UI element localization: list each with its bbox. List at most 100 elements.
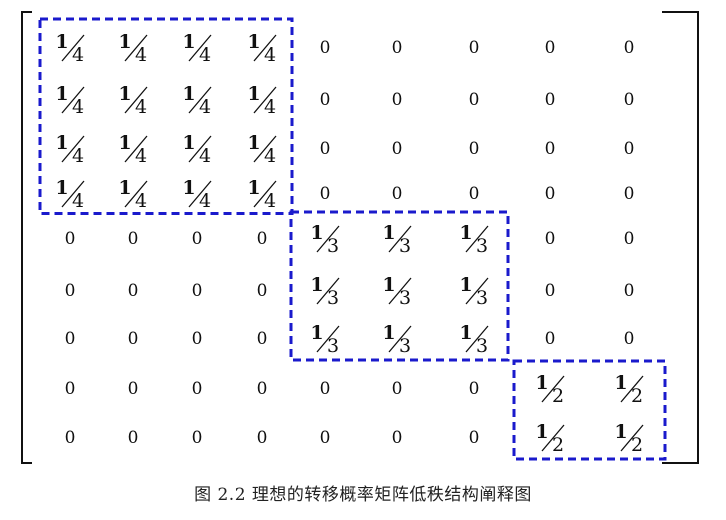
matrix-cell: 0 [65,281,76,301]
matrix-cell: 0 [320,428,331,448]
zero-entry: 0 [624,139,635,159]
fraction-numerator: 1 [310,322,323,344]
fraction-denominator: 3 [399,287,411,309]
zero-entry: 0 [192,229,203,249]
matrix-cell: 0 [545,38,556,58]
zero-entry: 0 [392,38,403,58]
zero-entry: 0 [469,38,480,58]
matrix-cells: 14141414 0 0 0 0 014141414 0 0 0 0 014141414 0 0 0 0 01… [55,31,644,456]
zero-entry: 0 [128,281,139,301]
matrix-cell: 0 [469,428,480,448]
matrix-cell: 0 [392,184,403,204]
fraction-numerator: 1 [118,177,131,199]
matrix-cell: 0 [545,329,556,349]
fraction-denominator: 4 [264,44,276,66]
fraction-numerator: 1 [382,274,395,296]
fraction-denominator: 4 [264,145,276,167]
fraction-denominator: 4 [135,190,147,212]
zero-entry: 0 [320,90,331,110]
zero-entry: 0 [65,229,76,249]
fraction-numerator: 1 [535,421,548,443]
fraction-denominator: 3 [327,335,339,357]
zero-entry: 0 [257,229,268,249]
matrix-cell: 0 [128,428,139,448]
zero-entry: 0 [257,428,268,448]
zero-entry: 0 [545,139,556,159]
matrix-cell: 12 [535,421,565,456]
zero-entry: 0 [192,428,203,448]
matrix-cell: 0 [624,184,635,204]
matrix-cell: 14 [182,177,212,212]
fraction-denominator: 4 [199,145,211,167]
matrix-cell: 14 [55,177,85,212]
fraction-denominator: 2 [552,385,564,407]
fraction-denominator: 4 [264,96,276,118]
zero-entry: 0 [320,379,331,399]
zero-entry: 0 [545,90,556,110]
matrix-cell: 0 [320,38,331,58]
matrix-cell: 13 [459,322,489,357]
fraction-numerator: 1 [614,372,627,394]
zero-entry: 0 [192,379,203,399]
matrix-cell: 0 [392,90,403,110]
fraction-denominator: 4 [72,190,84,212]
fraction-denominator: 4 [72,145,84,167]
right-bracket [662,11,699,464]
matrix-cell: 0 [545,281,556,301]
matrix-cell: 0 [128,379,139,399]
matrix-cell: 0 [545,139,556,159]
matrix-cell: 0 [624,38,635,58]
matrix-cell: 0 [257,281,268,301]
fraction-denominator: 2 [631,385,643,407]
matrix-cell: 0 [545,90,556,110]
zero-entry: 0 [624,184,635,204]
matrix-cell: 14 [118,177,148,212]
matrix-cell: 0 [469,38,480,58]
zero-entry: 0 [257,379,268,399]
zero-entry: 0 [469,139,480,159]
zero-entry: 0 [128,379,139,399]
fraction-numerator: 1 [247,83,260,105]
matrix-cell: 13 [382,222,412,257]
matrix-cell: 0 [257,329,268,349]
matrix-cell: 14 [118,31,148,66]
matrix-cell: 0 [624,329,635,349]
fraction-numerator: 1 [247,31,260,53]
matrix-cell: 0 [469,90,480,110]
matrix-cell: 0 [545,184,556,204]
matrix-cell: 0 [469,139,480,159]
matrix-cell: 0 [192,229,203,249]
fraction-numerator: 1 [247,132,260,154]
matrix-cell: 0 [469,379,480,399]
matrix-cell: 13 [459,222,489,257]
zero-entry: 0 [65,329,76,349]
fraction-denominator: 4 [135,96,147,118]
zero-entry: 0 [128,428,139,448]
fraction-denominator: 2 [552,434,564,456]
matrix-cell: 14 [55,132,85,167]
zero-entry: 0 [320,139,331,159]
zero-entry: 0 [545,281,556,301]
fraction-denominator: 4 [199,44,211,66]
fraction-numerator: 1 [55,83,68,105]
fraction-denominator: 3 [327,287,339,309]
matrix-cell: 13 [382,322,412,357]
zero-entry: 0 [545,38,556,58]
zero-entry: 0 [65,428,76,448]
fraction-numerator: 1 [459,322,472,344]
matrix-cell: 0 [392,38,403,58]
fraction-numerator: 1 [247,177,260,199]
zero-entry: 0 [257,281,268,301]
matrix-cell: 0 [320,90,331,110]
matrix-cell: 14 [247,83,277,118]
zero-entry: 0 [392,139,403,159]
fraction-denominator: 3 [399,235,411,257]
matrix-cell: 0 [257,428,268,448]
matrix-cell: 14 [55,31,85,66]
fraction-numerator: 1 [459,222,472,244]
zero-entry: 0 [624,90,635,110]
matrix-cell: 0 [128,281,139,301]
zero-entry: 0 [469,428,480,448]
fraction-numerator: 1 [182,83,195,105]
matrix-cell: 14 [247,177,277,212]
